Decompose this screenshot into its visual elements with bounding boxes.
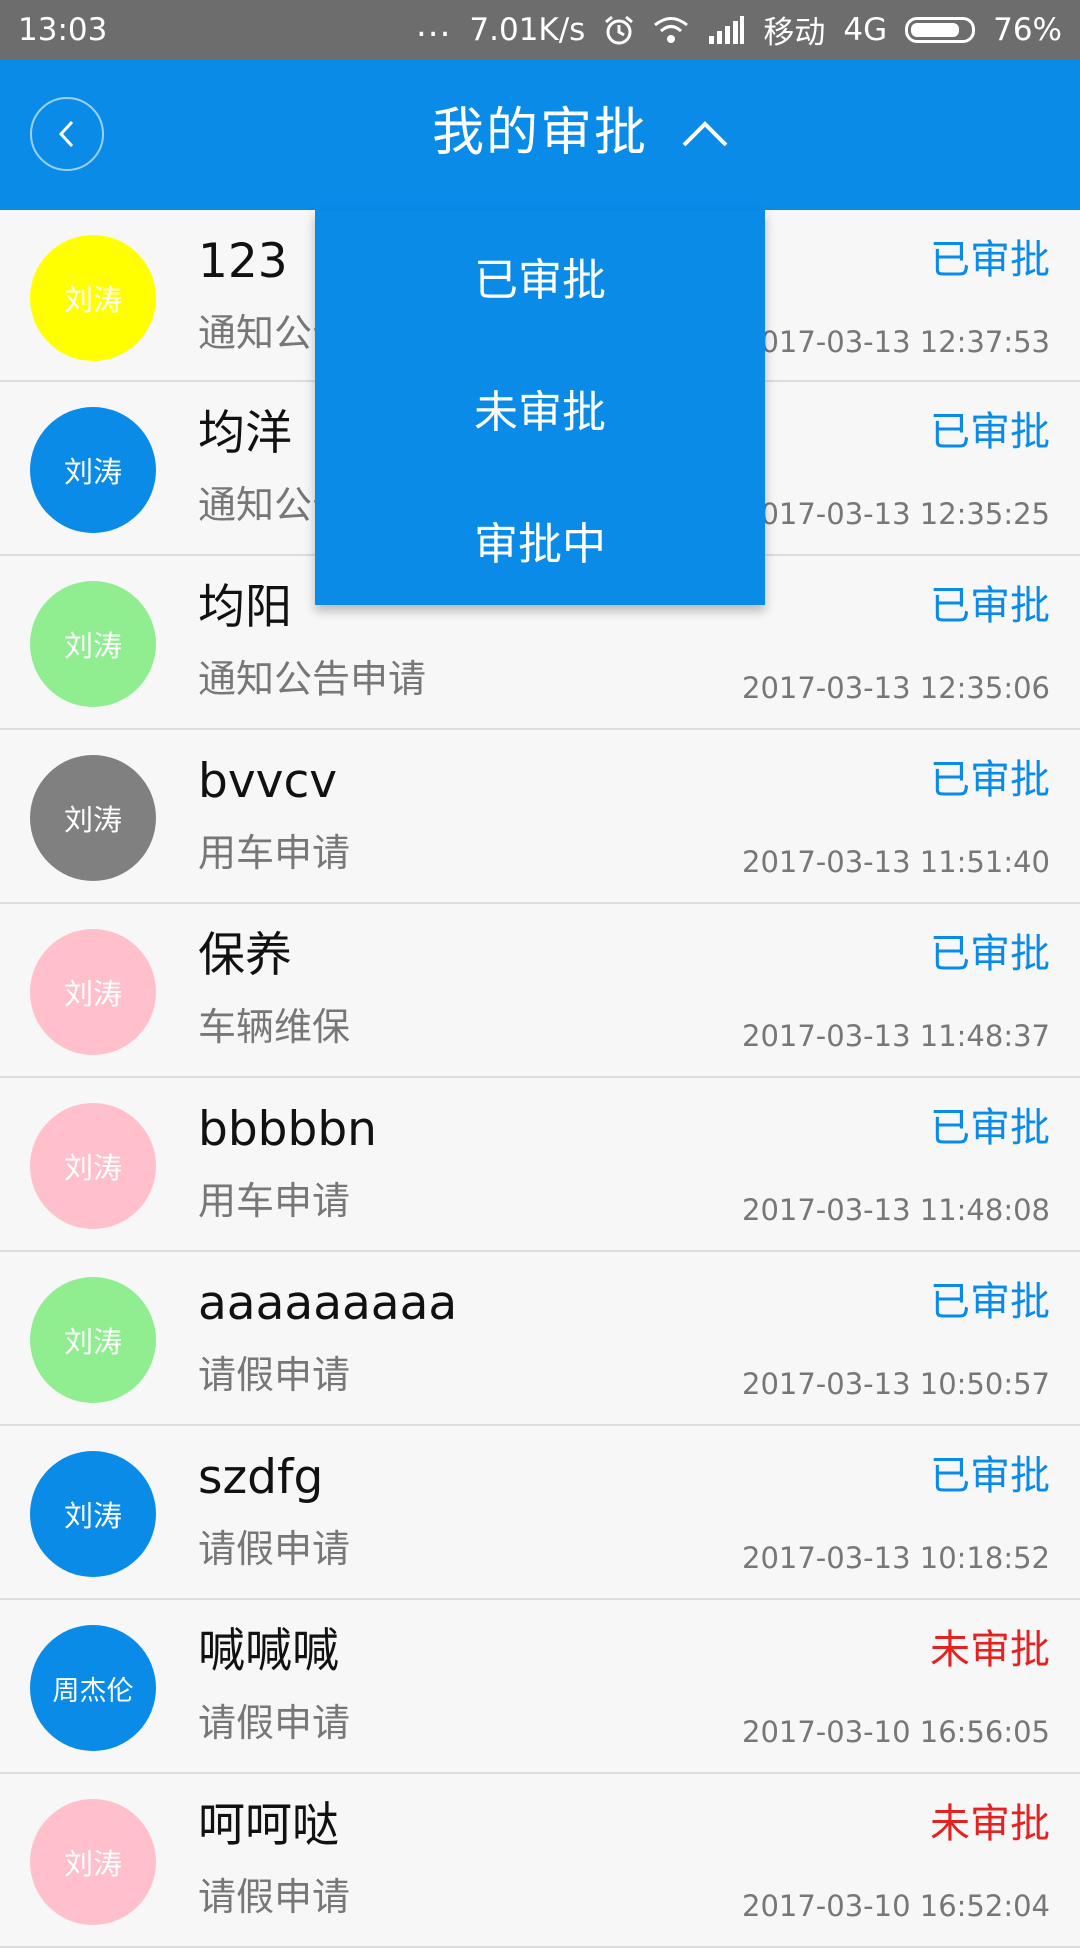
item-timestamp: 2017-03-13 11:48:37 — [742, 1019, 1050, 1053]
item-type: 通知公告申请 — [198, 657, 427, 701]
status-badge: 已审批 — [930, 583, 1050, 629]
network-type: 4G — [843, 11, 888, 48]
dropdown-item-in-progress[interactable]: 审批中 — [315, 474, 765, 606]
item-type: 请假申请 — [198, 1353, 351, 1397]
item-title: 均阳 — [198, 580, 292, 635]
item-timestamp: 2017-03-13 12:35:25 — [742, 497, 1050, 531]
avatar: 刘涛 — [30, 929, 156, 1055]
status-badge: 已审批 — [930, 237, 1050, 283]
list-item[interactable]: 刘涛 aaaaaaaaa 请假申请 已审批 2017-03-13 10:50:57 — [0, 1252, 1080, 1426]
list-item[interactable]: 刘涛 呵呵哒请假申请 未审批 2017-03-10 16:52:04 — [0, 1774, 1080, 1948]
status-dots: ... — [415, 4, 452, 45]
status-bar: 13:03 ... 7.01K/s 移动 4G 76% — [0, 0, 1080, 59]
list-item[interactable]: 刘涛 szdfg 请假申请 已审批 2017-03-13 10:18:52 — [0, 1426, 1080, 1600]
page-title[interactable]: 我的审批 — [0, 103, 1080, 163]
item-timestamp: 2017-03-13 10:18:52 — [742, 1541, 1050, 1575]
item-title: 呵呵哒 — [198, 1798, 339, 1853]
chevron-up-icon[interactable] — [680, 111, 730, 155]
wifi-icon — [654, 16, 689, 43]
status-badge: 未审批 — [930, 1627, 1050, 1673]
avatar: 刘涛 — [30, 1103, 156, 1229]
avatar: 刘涛 — [30, 755, 156, 881]
avatar: 刘涛 — [30, 1277, 156, 1403]
avatar: 刘涛 — [30, 407, 156, 533]
item-title: bvvcv — [198, 754, 338, 809]
item-title: 保养 — [198, 928, 292, 983]
carrier: 移动 — [763, 15, 826, 51]
item-type: 请假申请 — [198, 1701, 351, 1745]
filter-dropdown: 已审批 未审批 审批中 — [315, 210, 765, 605]
status-badge: 已审批 — [930, 1279, 1050, 1325]
item-title: aaaaaaaaa — [198, 1276, 458, 1331]
item-title: 均洋 — [198, 406, 292, 461]
avatar: 刘涛 — [30, 1799, 156, 1925]
dropdown-item-approved[interactable]: 已审批 — [315, 210, 765, 342]
item-timestamp: 2017-03-13 12:35:06 — [742, 671, 1050, 705]
battery-percent: 76% — [993, 11, 1062, 48]
item-title: szdfg — [198, 1450, 324, 1505]
avatar: 刘涛 — [30, 235, 156, 361]
status-time: 13:03 — [18, 11, 108, 48]
list-item[interactable]: 刘涛 bvvcv 用车申请 已审批 2017-03-13 11:51:40 — [0, 730, 1080, 904]
alarm-icon — [605, 15, 634, 44]
list-item[interactable]: 刘涛 bbbbbn 用车申请 已审批 2017-03-13 11:48:08 — [0, 1078, 1080, 1252]
list-item[interactable]: 刘涛 保养车辆维保 已审批 2017-03-13 11:48:37 — [0, 904, 1080, 1078]
item-timestamp: 2017-03-10 16:56:05 — [742, 1715, 1050, 1749]
item-timestamp: 2017-03-13 12:37:53 — [742, 325, 1050, 359]
status-badge: 已审批 — [930, 1105, 1050, 1151]
list-item[interactable]: 周杰伦 喊喊喊请假申请 未审批 2017-03-10 16:56:05 — [0, 1600, 1080, 1774]
item-title: 123 — [198, 234, 288, 289]
network-speed: 7.01K/s — [469, 11, 586, 48]
avatar: 刘涛 — [30, 1451, 156, 1577]
status-badge: 已审批 — [930, 757, 1050, 803]
avatar: 刘涛 — [30, 581, 156, 707]
dropdown-item-unapproved[interactable]: 未审批 — [315, 342, 765, 474]
item-timestamp: 2017-03-13 10:50:57 — [742, 1367, 1050, 1401]
status-badge: 未审批 — [930, 1801, 1050, 1847]
status-icons: ... 7.01K/s 移动 4G 76% — [416, 7, 1062, 52]
item-type: 请假申请 — [198, 1527, 351, 1571]
item-title: bbbbbn — [198, 1102, 377, 1157]
signal-icon — [709, 15, 745, 44]
status-badge: 已审批 — [930, 1453, 1050, 1499]
item-type: 请假申请 — [198, 1875, 351, 1919]
item-timestamp: 2017-03-10 16:52:04 — [742, 1889, 1050, 1923]
item-type: 用车申请 — [198, 1179, 351, 1223]
status-badge: 已审批 — [930, 931, 1050, 977]
avatar: 周杰伦 — [30, 1625, 156, 1751]
item-title: 喊喊喊 — [198, 1624, 339, 1679]
status-badge: 已审批 — [930, 409, 1050, 455]
item-type: 用车申请 — [198, 831, 351, 875]
battery-icon — [905, 16, 976, 43]
item-timestamp: 2017-03-13 11:51:40 — [742, 845, 1050, 879]
item-timestamp: 2017-03-13 11:48:08 — [742, 1193, 1050, 1227]
item-type: 车辆维保 — [198, 1005, 351, 1049]
app-header: 我的审批 — [0, 59, 1080, 210]
